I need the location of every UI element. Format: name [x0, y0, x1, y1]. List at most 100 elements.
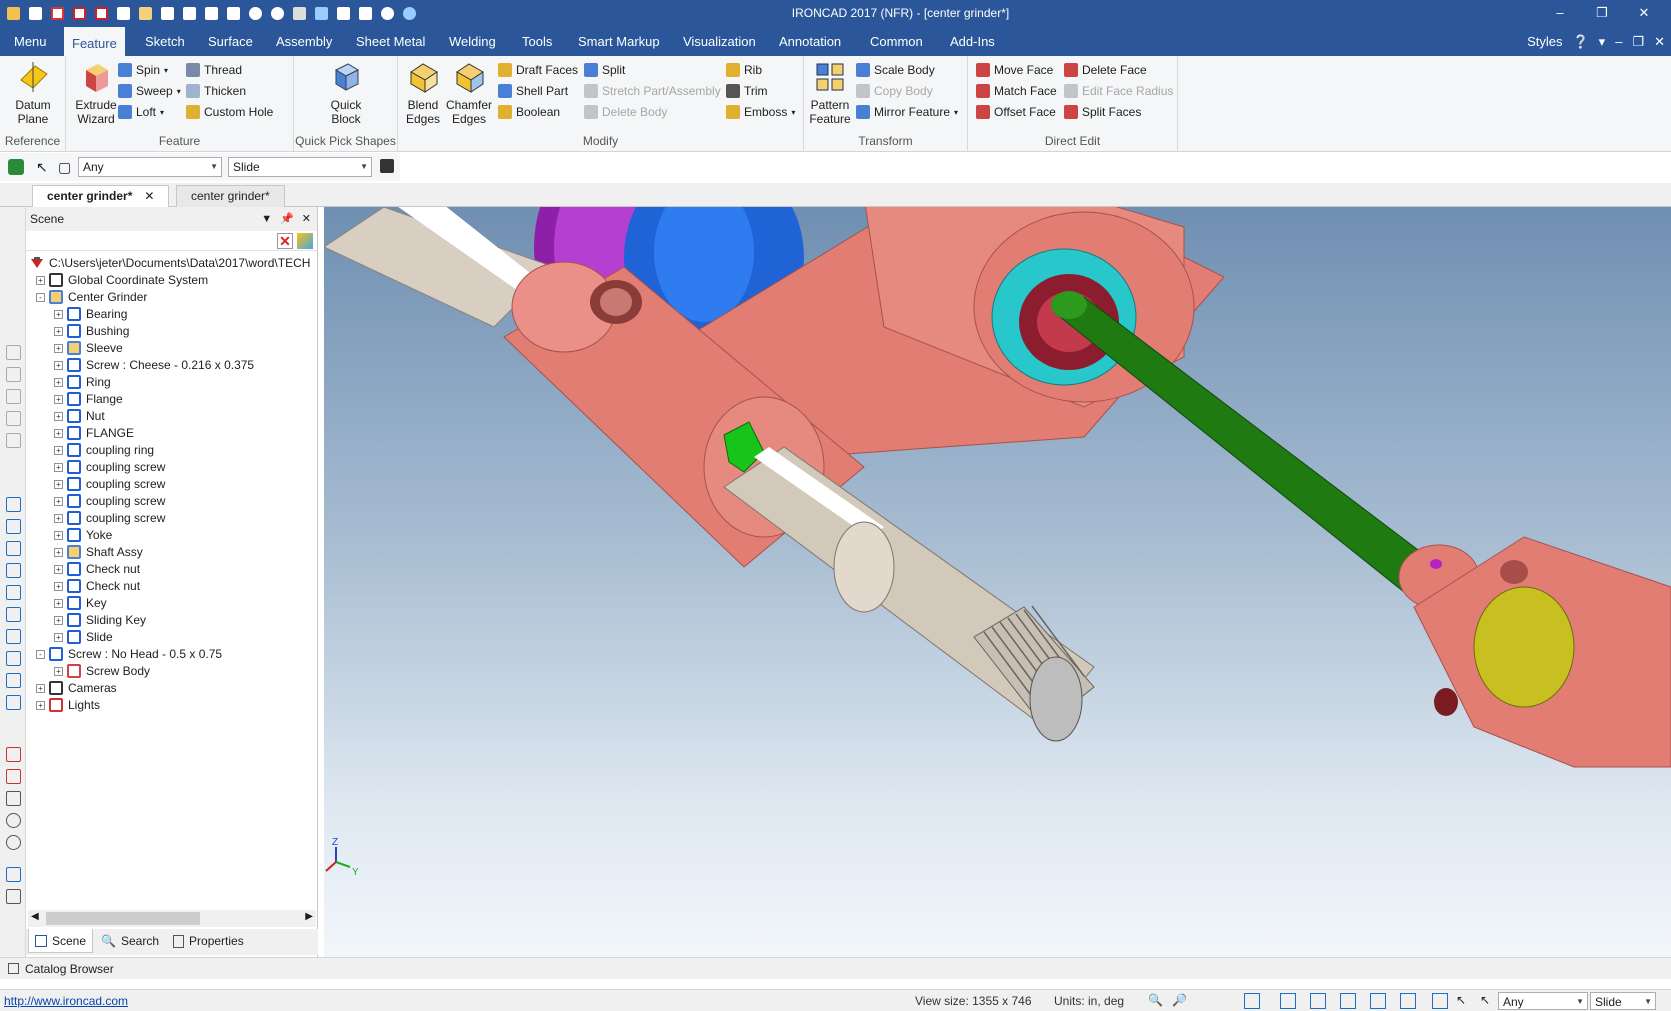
- catalog-browser-label[interactable]: Catalog Browser: [25, 962, 114, 976]
- orbit-icon[interactable]: [1280, 993, 1296, 1009]
- status-mode-dropdown[interactable]: Slide ▼: [1590, 992, 1656, 1010]
- tree-item[interactable]: + coupling ring: [54, 441, 154, 459]
- tree-item[interactable]: + Ring: [54, 373, 111, 391]
- delete-body-button[interactable]: Delete Body: [584, 102, 667, 122]
- green-shaft[interactable]: [1053, 296, 1435, 593]
- pointer-icon[interactable]: ↖: [1456, 993, 1472, 1009]
- help-icon[interactable]: ❔: [1572, 34, 1588, 50]
- expand-icon[interactable]: +: [54, 581, 63, 591]
- pointer-icon[interactable]: ↖: [36, 159, 48, 176]
- match-face-button[interactable]: Match Face: [976, 81, 1057, 101]
- zoom-window-icon[interactable]: 🔎: [1172, 993, 1188, 1009]
- expand-icon[interactable]: +: [54, 428, 63, 438]
- zoom-icon[interactable]: 🔍: [1148, 993, 1164, 1009]
- move-face-button[interactable]: Move Face: [976, 60, 1053, 80]
- stretch-part-button[interactable]: Stretch Part/Assembly: [584, 81, 721, 101]
- thicken-button[interactable]: Thicken: [186, 81, 246, 101]
- tree-item[interactable]: + Sleeve: [54, 339, 123, 357]
- expand-icon[interactable]: +: [36, 275, 45, 285]
- loft-button[interactable]: Loft ▾: [118, 102, 164, 122]
- view-right-icon[interactable]: [6, 563, 21, 578]
- ribbon-options-icon[interactable]: ▾: [1599, 34, 1606, 50]
- expand-icon[interactable]: +: [54, 343, 63, 353]
- angle-icon[interactable]: [6, 791, 21, 806]
- tab-assembly[interactable]: Assembly: [274, 27, 334, 56]
- tree-item[interactable]: - Center Grinder: [36, 288, 147, 306]
- 3d-scene-render[interactable]: Z X Y: [324, 207, 1671, 957]
- minimize-button[interactable]: –: [1539, 3, 1581, 23]
- tab-common[interactable]: Common: [868, 27, 925, 56]
- expand-icon[interactable]: +: [54, 377, 63, 387]
- expand-icon[interactable]: +: [54, 615, 63, 625]
- copy-body-button[interactable]: Copy Body: [856, 81, 933, 101]
- edit-face-radius-button[interactable]: Edit Face Radius: [1064, 81, 1173, 101]
- expand-icon[interactable]: +: [54, 496, 63, 506]
- scale-body-button[interactable]: Scale Body: [856, 60, 935, 80]
- rib-button[interactable]: Rib: [726, 60, 762, 80]
- expand-icon[interactable]: +: [54, 564, 63, 574]
- horizontal-scrollbar[interactable]: ◀ ▶: [28, 910, 316, 927]
- expand-icon[interactable]: +: [54, 632, 63, 642]
- view-back-icon[interactable]: [6, 519, 21, 534]
- camera-icon[interactable]: [1400, 993, 1416, 1009]
- tree-item[interactable]: + Sliding Key: [54, 611, 146, 629]
- tree-item[interactable]: + Shaft Assy: [54, 543, 143, 561]
- delete-face-button[interactable]: Delete Face: [1064, 60, 1147, 80]
- close-panel-icon[interactable]: ✕: [302, 207, 311, 231]
- pin-icon[interactable]: 📌: [280, 207, 294, 231]
- expand-icon[interactable]: +: [54, 411, 63, 421]
- 3d-viewport[interactable]: Z X Y: [324, 207, 1671, 957]
- view-iso-icon[interactable]: [6, 629, 21, 644]
- scroll-left-icon[interactable]: ◀: [31, 911, 39, 922]
- tab-sheet-metal[interactable]: Sheet Metal: [354, 27, 427, 56]
- view-top-icon[interactable]: [6, 585, 21, 600]
- selection-filter-dropdown[interactable]: Any ▼: [78, 157, 222, 177]
- tab-search[interactable]: 🔍 Search: [95, 929, 165, 953]
- collapse-icon[interactable]: -: [36, 292, 45, 302]
- emboss-button[interactable]: Emboss ▾: [726, 102, 795, 122]
- view-left-icon[interactable]: [6, 541, 21, 556]
- quick-block-button[interactable]: Quick Block: [320, 60, 372, 126]
- expand-icon[interactable]: +: [54, 598, 63, 608]
- tree-item[interactable]: + Screw : Cheese - 0.216 x 0.375: [54, 356, 254, 374]
- styles-menu[interactable]: Styles: [1527, 34, 1562, 49]
- tree-root[interactable]: C:\Users\jeter\Documents\Data\2017\word\…: [30, 254, 310, 272]
- document-tab[interactable]: center grinder*: [176, 185, 285, 207]
- expand-icon[interactable]: +: [54, 309, 63, 319]
- pattern-feature-button[interactable]: Pattern Feature: [808, 60, 852, 126]
- no-entry-icon[interactable]: [6, 835, 21, 850]
- tree-item[interactable]: + coupling screw: [54, 475, 165, 493]
- tree-item[interactable]: + Flange: [54, 390, 123, 408]
- mirror-feature-button[interactable]: Mirror Feature ▾: [856, 102, 958, 122]
- display-icon[interactable]: [1340, 993, 1356, 1009]
- tree-item[interactable]: + FLANGE: [54, 424, 134, 442]
- measure-icon[interactable]: [6, 747, 21, 762]
- sweep-button[interactable]: Sweep ▾: [118, 81, 181, 101]
- tab-annotation[interactable]: Annotation: [777, 27, 843, 56]
- tab-feature[interactable]: Feature: [64, 27, 125, 56]
- section-icon[interactable]: [6, 769, 21, 784]
- chamfer-edges-button[interactable]: Chamfer Edges: [446, 60, 492, 126]
- tree-item[interactable]: + Global Coordinate System: [36, 271, 208, 289]
- expand-icon[interactable]: +: [54, 445, 63, 455]
- view-dimetric-icon[interactable]: [6, 651, 21, 666]
- tree-item[interactable]: + Cameras: [36, 679, 117, 697]
- tree-item[interactable]: + Bushing: [54, 322, 129, 340]
- expand-icon[interactable]: +: [54, 479, 63, 489]
- shell-part-button[interactable]: Shell Part: [498, 81, 568, 101]
- view-custom-icon[interactable]: [6, 695, 21, 710]
- view-front-icon[interactable]: [6, 497, 21, 512]
- ruler-icon[interactable]: [6, 889, 21, 904]
- status-filter-dropdown[interactable]: Any ▼: [1498, 992, 1588, 1010]
- selection-mode-dropdown[interactable]: Slide ▼: [228, 157, 372, 177]
- tree-item[interactable]: + Screw Body: [54, 662, 150, 680]
- tree-item[interactable]: + Nut: [54, 407, 105, 425]
- render-mode-icon[interactable]: [1310, 993, 1326, 1009]
- tool-icon[interactable]: [6, 389, 21, 404]
- yellow-cross-joint[interactable]: [1473, 586, 1575, 708]
- ironcad-website-link[interactable]: http://www.ironcad.com: [4, 994, 128, 1008]
- curve-icon[interactable]: [6, 867, 21, 882]
- tree-item[interactable]: + Check nut: [54, 577, 140, 595]
- tree-item[interactable]: + Lights: [36, 696, 100, 714]
- tool-icon[interactable]: [6, 367, 21, 382]
